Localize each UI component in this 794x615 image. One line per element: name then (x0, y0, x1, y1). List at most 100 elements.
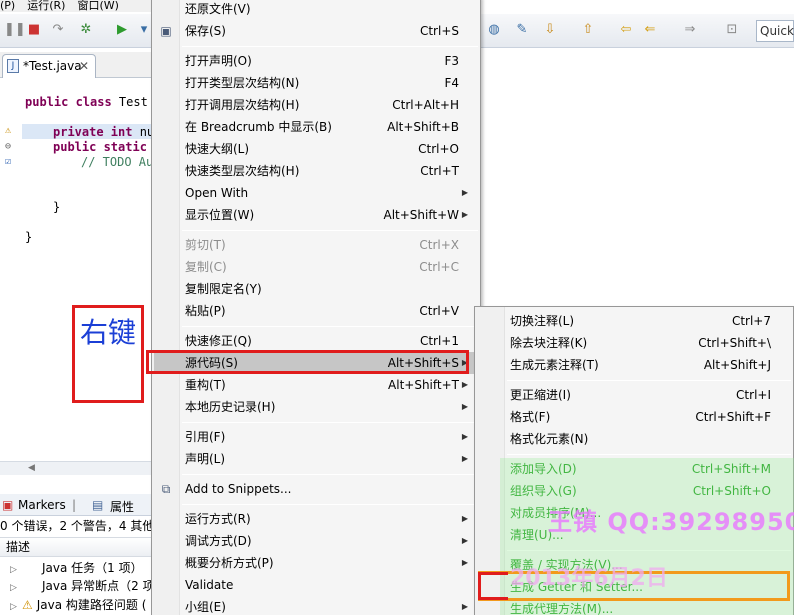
menu-item-15[interactable]: 快速修正(Q) Ctrl+1 (154, 330, 478, 352)
menu-item-18[interactable]: 本地历史记录(H) ▶ (154, 396, 478, 418)
open-type-icon[interactable]: ✎ (514, 22, 530, 38)
code-editor[interactable]: ⚠ ⊖ ☑ public class Test private int nu p… (0, 79, 155, 469)
menu-bar: (P) 运行(R) 窗口(W) (0, 0, 152, 12)
submenu-separator (507, 454, 791, 455)
menu-item-9[interactable]: Open With ▶ (154, 182, 478, 204)
menu-run[interactable]: 运行(R) (27, 0, 65, 12)
source-menu-item-1[interactable]: 切换注释(L) Ctrl+7 (477, 310, 791, 332)
menu-item-22[interactable]: 运行方式(R) ▶ (154, 508, 478, 530)
source-menu-item-3[interactable]: 生成元素注释(T) Alt+Shift+J (477, 354, 791, 376)
tab-markers[interactable]: Markers (18, 498, 66, 512)
task-marker-icon: ☑ (4, 156, 12, 167)
warning-marker-icon: ⚠ (4, 125, 12, 136)
menu-item-11[interactable]: 剪切(T) Ctrl+X (154, 234, 478, 256)
menu-item-4[interactable]: 打开类型层次结构(N) F4 (154, 72, 478, 94)
quick-access-input[interactable]: Quick (756, 20, 794, 42)
menu-item-6[interactable]: 在 Breadcrumb 中显示(B) Alt+Shift+B (154, 116, 478, 138)
toolbar-left: ❚❚ ■ ↷ ✲ ▶ ▾ (0, 14, 152, 48)
menu-item-10[interactable]: 显示位置(W) Alt+Shift+W ▶ (154, 204, 478, 226)
menu-item-23[interactable]: 调试方式(D) ▶ (154, 530, 478, 552)
marker-row-buildpath[interactable]: ▷ ⚠ Java 构建路径问题 ( (0, 596, 152, 614)
source-menu-item-2[interactable]: 除去块注释(K) Ctrl+Shift+\ (477, 332, 791, 354)
snippets-icon: ⧉ (161, 482, 171, 496)
menu-item-12[interactable]: 复制(C) Ctrl+C (154, 256, 478, 278)
expand-icon[interactable]: ▷ (10, 579, 22, 595)
watermark-author: 王镇 QQ:392989505 (548, 508, 794, 536)
watermark-date: 2013年6月2日 (510, 566, 668, 591)
code-line-field: private int nu (53, 125, 155, 139)
source-menu-item-8[interactable]: 组织导入(G) Ctrl+Shift+O (477, 480, 791, 502)
expand-icon[interactable]: ▷ (10, 598, 22, 614)
source-menu-item-shortcut: Ctrl+7 (731, 314, 771, 328)
separator-icon: | (72, 498, 77, 512)
editor-horizontal-scrollbar[interactable]: ◀ (0, 461, 152, 475)
source-menu-item-shortcut: Ctrl+Shift+O (692, 484, 771, 498)
menu-item-label: 显示位置(W) (185, 208, 255, 222)
context-menu: 还原文件(V) ▣ 保存(S) Ctrl+S 打开声明(O) F3 打开类型层次结构(N) F… (151, 0, 481, 615)
pause-icon[interactable]: ❚❚ (4, 22, 26, 38)
submenu-arrow-icon: ▶ (461, 536, 468, 545)
last-edit-icon[interactable]: ⇦ (618, 22, 634, 38)
editor-tab-test-java[interactable]: J *Test.java ✕ (2, 54, 96, 78)
editor-tab-title: *Test.java (23, 59, 82, 73)
source-menu-item-7[interactable]: 添加导入(D) Ctrl+Shift+M (477, 458, 791, 480)
pin-icon[interactable]: ⊡ (724, 22, 740, 38)
source-menu-item-label: 添加导入(D) (510, 462, 577, 476)
source-menu-item-4[interactable]: 更正缩进(I) Ctrl+I (477, 384, 791, 406)
source-menu-item-label: 切换注释(L) (510, 314, 575, 328)
expand-icon[interactable]: ▷ (10, 561, 22, 577)
menu-item-13[interactable]: 复制限定名(Y) (154, 278, 478, 300)
back-icon[interactable]: ⇐ (642, 22, 658, 38)
menu-item-shortcut: Ctrl+Alt+H (392, 98, 459, 112)
marker-row-exceptions[interactable]: ▷ Java 异常断点（2 项 (0, 577, 152, 595)
menu-item-label: 快速大纲(L) (185, 142, 250, 156)
fold-icon[interactable]: ⊖ (2, 141, 14, 153)
menu-item-26[interactable]: 小组(E) ▶ (154, 596, 478, 615)
menu-item-shortcut: Ctrl+X (419, 238, 459, 252)
menu-item-shortcut: F4 (444, 76, 459, 90)
menu-item-1[interactable]: 还原文件(V) (154, 0, 478, 20)
close-icon[interactable]: ✕ (79, 55, 89, 77)
code-line-close-class: } (25, 230, 33, 244)
prev-annotation-icon[interactable]: ⇧ (580, 22, 596, 38)
menu-item-label: Add to Snippets... (185, 482, 292, 496)
menu-item-shortcut: Ctrl+T (420, 164, 459, 178)
marker-row-tasks[interactable]: ▷ Java 任务（1 项） (0, 559, 152, 577)
code-line-comment: // TODO Au (81, 155, 154, 169)
column-header-description[interactable]: 描述 (0, 537, 152, 557)
annotation-icon[interactable]: ⇩ (542, 22, 558, 38)
stop-icon[interactable]: ■ (26, 22, 42, 38)
menu-item-2[interactable]: ▣ 保存(S) Ctrl+S (154, 20, 478, 42)
menu-item-17[interactable]: 重构(T) Alt+Shift+T ▶ (154, 374, 478, 396)
run-icon[interactable]: ▶ (114, 22, 130, 38)
source-menu-item-6[interactable]: 格式化元素(N) (477, 428, 791, 450)
menu-item-label: 保存(S) (185, 24, 226, 38)
menu-item-shortcut: F3 (444, 54, 459, 68)
tab-properties[interactable]: 属性 (110, 498, 134, 515)
menu-item-label: Open With (185, 186, 249, 200)
menu-item-3[interactable]: 打开声明(O) F3 (154, 50, 478, 72)
menu-project[interactable]: (P) (0, 0, 15, 12)
submenu-arrow-icon: ▶ (461, 514, 468, 523)
source-menu-item-5[interactable]: 格式(F) Ctrl+Shift+F (477, 406, 791, 428)
globe-icon[interactable]: ◍ (486, 22, 502, 38)
menu-item-25[interactable]: Validate (154, 574, 478, 596)
forward-icon[interactable]: ⇒ (682, 22, 698, 38)
external-tools-icon[interactable]: ▾ (136, 22, 152, 38)
menu-item-8[interactable]: 快速类型层次结构(H) Ctrl+T (154, 160, 478, 182)
debug-icon[interactable]: ✲ (78, 22, 94, 38)
menu-item-7[interactable]: 快速大纲(L) Ctrl+O (154, 138, 478, 160)
menu-item-5[interactable]: 打开调用层次结构(H) Ctrl+Alt+H (154, 94, 478, 116)
menu-separator (182, 46, 478, 47)
menu-item-19[interactable]: 引用(F) ▶ (154, 426, 478, 448)
menu-item-shortcut: Alt+Shift+B (387, 120, 459, 134)
submenu-separator (507, 380, 791, 381)
menu-item-14[interactable]: 粘贴(P) Ctrl+V (154, 300, 478, 322)
menu-item-24[interactable]: 概要分析方式(P) ▶ (154, 552, 478, 574)
menu-window[interactable]: 窗口(W) (77, 0, 118, 12)
menu-item-20[interactable]: 声明(L) ▶ (154, 448, 478, 470)
step-icon[interactable]: ↷ (50, 22, 66, 38)
code-editor-right[interactable] (480, 79, 794, 309)
menu-item-21[interactable]: ⧉ Add to Snippets... (154, 478, 478, 500)
menu-item-label: 重构(T) (185, 378, 226, 392)
